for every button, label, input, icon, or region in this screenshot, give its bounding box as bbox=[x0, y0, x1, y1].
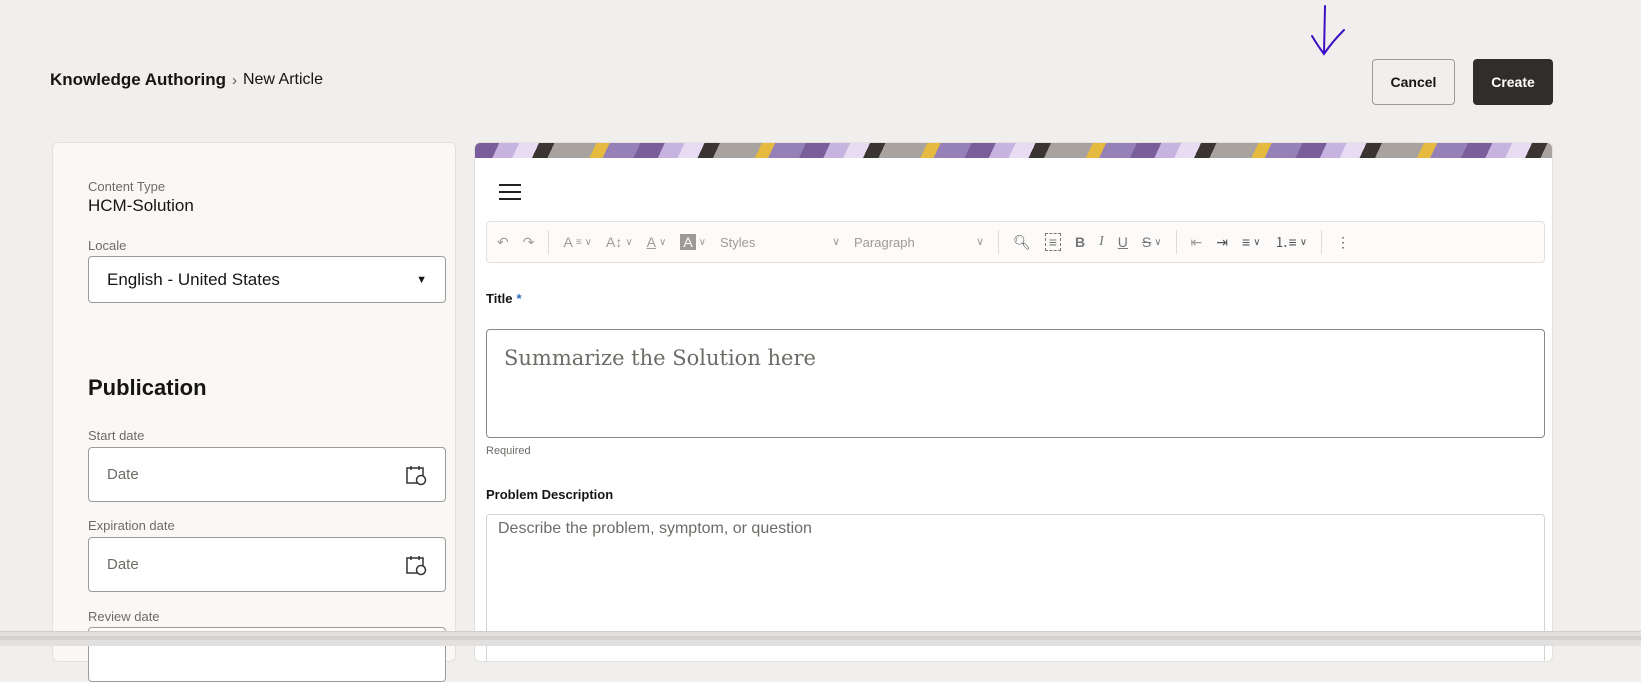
find-replace-icon[interactable]: 🔍︎ bbox=[1013, 234, 1031, 251]
content-type-label: Content Type bbox=[88, 179, 166, 194]
paragraph-select[interactable]: Paragraph ∨ bbox=[854, 235, 984, 250]
strikethrough-icon[interactable]: S ∨ bbox=[1142, 234, 1162, 250]
breadcrumb-separator: › bbox=[231, 71, 237, 89]
font-size-icon[interactable]: A↕ ∨ bbox=[606, 234, 633, 250]
title-input[interactable]: Summarize the Solution here bbox=[486, 329, 1545, 438]
cancel-button[interactable]: Cancel bbox=[1372, 59, 1455, 105]
problem-description-label: Problem Description bbox=[486, 487, 614, 502]
bold-icon[interactable]: B bbox=[1075, 234, 1085, 250]
italic-icon[interactable]: I bbox=[1099, 234, 1104, 250]
undo-icon[interactable]: ↶ bbox=[497, 234, 509, 251]
select-all-icon[interactable]: ≡ bbox=[1044, 233, 1061, 251]
decorative-banner bbox=[475, 143, 1552, 158]
start-date-placeholder: Date bbox=[107, 466, 139, 483]
indent-icon[interactable]: ⇥ bbox=[1216, 234, 1228, 251]
breadcrumb-root[interactable]: Knowledge Authoring bbox=[50, 70, 226, 90]
paragraph-label: Paragraph bbox=[854, 234, 915, 250]
locale-value: English - United States bbox=[107, 269, 280, 289]
horizontal-scrollbar[interactable] bbox=[0, 631, 1641, 646]
text-color-icon[interactable]: A ∨ bbox=[647, 234, 667, 250]
outdent-icon[interactable]: ⇤ bbox=[1191, 234, 1203, 251]
article-properties-panel: Content Type HCM-Solution Locale English… bbox=[52, 142, 456, 682]
expiration-date-input[interactable]: Date bbox=[88, 537, 446, 592]
dropdown-caret-icon: ▼ bbox=[416, 273, 427, 286]
breadcrumb: Knowledge Authoring › New Article bbox=[50, 70, 323, 90]
calendar-icon[interactable] bbox=[405, 554, 427, 576]
title-required-hint: Required bbox=[486, 445, 531, 457]
styles-select[interactable]: Styles ∨ bbox=[720, 235, 840, 250]
article-editor-panel: ↶ ↷ A ≡ ∨ A↕ ∨ A ∨ A ∨ Styles ∨ Paragraph ∨… bbox=[474, 142, 1553, 662]
annotation-arrow-icon bbox=[1311, 5, 1345, 56]
expiration-date-placeholder: Date bbox=[107, 556, 139, 573]
hamburger-menu-icon[interactable] bbox=[499, 179, 521, 205]
highlight-color-icon[interactable]: A ∨ bbox=[680, 234, 706, 250]
breadcrumb-current: New Article bbox=[242, 71, 323, 88]
rich-text-toolbar: ↶ ↷ A ≡ ∨ A↕ ∨ A ∨ A ∨ Styles ∨ Paragraph ∨… bbox=[486, 221, 1545, 263]
publication-heading: Publication bbox=[88, 375, 207, 400]
content-type-value: HCM-Solution bbox=[88, 196, 194, 215]
font-family-icon[interactable]: A ≡ ∨ bbox=[563, 234, 592, 250]
align-icon[interactable]: ≡ ∨ bbox=[1242, 234, 1261, 250]
calendar-icon[interactable] bbox=[405, 464, 427, 486]
review-date-label: Review date bbox=[88, 609, 160, 624]
numbered-list-icon[interactable]: ⒈≡ ∨ bbox=[1275, 232, 1308, 252]
locale-label: Locale bbox=[88, 238, 127, 253]
start-date-label: Start date bbox=[88, 428, 145, 443]
expiration-date-label: Expiration date bbox=[88, 518, 175, 533]
create-button[interactable]: Create bbox=[1473, 59, 1553, 105]
title-label: Title * bbox=[486, 291, 522, 306]
locale-select[interactable]: English - United States ▼ bbox=[88, 256, 446, 303]
styles-label: Styles bbox=[720, 234, 756, 250]
more-options-icon[interactable]: ⋮ bbox=[1336, 234, 1350, 251]
start-date-input[interactable]: Date bbox=[88, 447, 446, 502]
redo-icon[interactable]: ↷ bbox=[523, 234, 535, 251]
underline-icon[interactable]: U bbox=[1118, 234, 1128, 250]
